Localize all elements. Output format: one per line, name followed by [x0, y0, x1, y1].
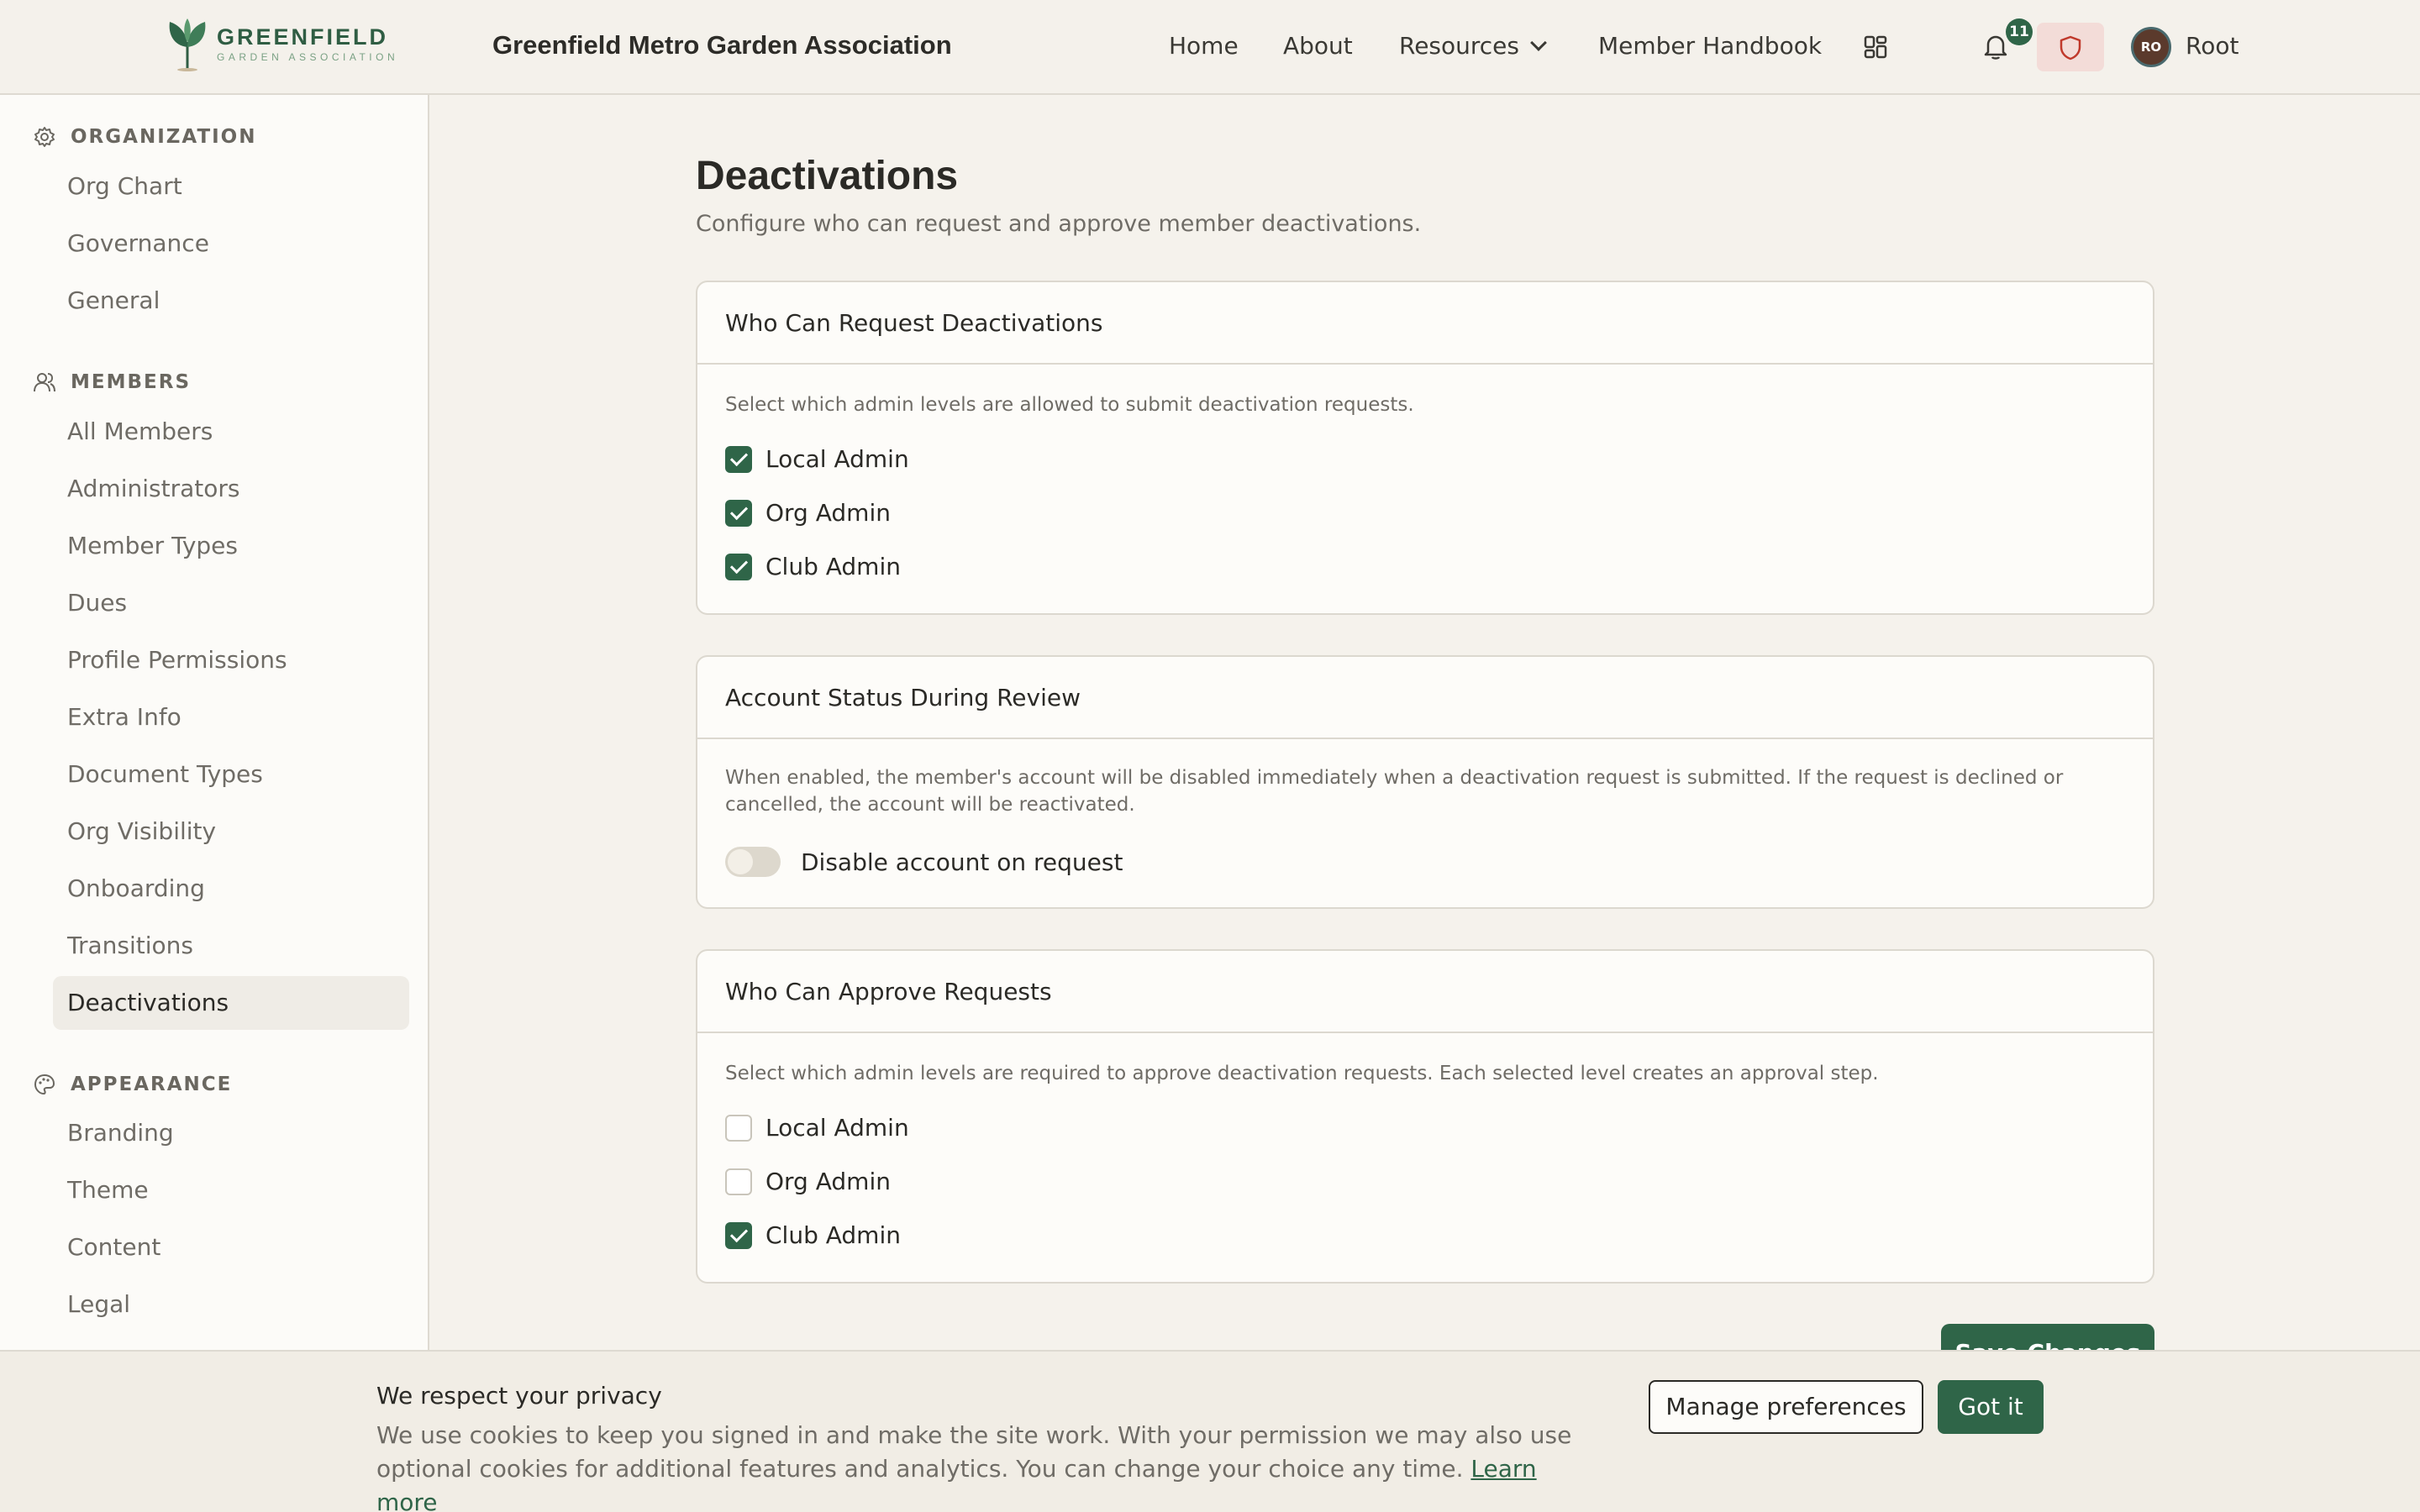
checkbox-label: Local Admin	[765, 1114, 909, 1142]
top-bar: GREENFIELD GARDEN ASSOCIATION Greenfield…	[0, 0, 2420, 95]
sidebar-item-theme[interactable]: Theme	[67, 1176, 149, 1204]
cookie-text: We use cookies to keep you signed in and…	[376, 1419, 1603, 1512]
user-name[interactable]: Root	[2186, 32, 2238, 60]
approve-local-admin-checkbox[interactable]: Local Admin	[725, 1114, 909, 1142]
sidebar-item-deactivations[interactable]: Deactivations	[67, 989, 229, 1016]
page-title: Deactivations	[696, 154, 959, 198]
bell-icon[interactable]	[1983, 34, 2008, 60]
apps-grid-icon[interactable]	[1864, 35, 1887, 59]
sidebar-item-administrators[interactable]: Administrators	[67, 475, 239, 502]
sidebar-item-transitions[interactable]: Transitions	[67, 932, 193, 959]
organization-title: Greenfield Metro Garden Association	[492, 30, 952, 60]
palette-icon	[34, 1074, 55, 1095]
toggle-label: Disable account on request	[801, 848, 1123, 876]
page-subtitle: Configure who can request and approve me…	[696, 211, 1422, 237]
checkbox-label: Org Admin	[765, 499, 891, 527]
sidebar-section-appearance: APPEARANCE	[34, 1074, 232, 1095]
logo-name: GREENFIELD	[217, 24, 389, 50]
users-icon	[34, 373, 55, 392]
sidebar-item-member-types[interactable]: Member Types	[67, 532, 238, 559]
nav-member-handbook[interactable]: Member Handbook	[1598, 32, 1822, 60]
card-title: Account Status During Review	[697, 657, 2153, 739]
sidebar-item-org-chart[interactable]: Org Chart	[67, 172, 182, 200]
checkbox-checked[interactable]	[725, 1221, 752, 1249]
card-description: Select which admin levels are required t…	[725, 1063, 1879, 1084]
approval-permissions-card: Who Can Approve Requests Select which ad…	[696, 949, 2154, 1284]
sidebar-item-content[interactable]: Content	[67, 1233, 160, 1261]
sidebar-item-extra-info[interactable]: Extra Info	[67, 703, 182, 731]
checkbox-label: Club Admin	[765, 1221, 901, 1249]
checkbox-label: Local Admin	[765, 445, 909, 473]
sidebar-section-title: MEMBERS	[71, 371, 192, 393]
sidebar-section-title: ORGANIZATION	[71, 126, 257, 148]
nav-home[interactable]: Home	[1169, 32, 1239, 60]
request-permissions-card: Who Can Request Deactivations Select whi…	[696, 281, 2154, 615]
sidebar-section-organization: ORGANIZATION	[34, 126, 257, 148]
shield-icon	[2060, 35, 2081, 60]
logo[interactable]: GREENFIELD GARDEN ASSOCIATION	[165, 17, 398, 72]
sidebar-item-dues[interactable]: Dues	[67, 589, 127, 617]
request-org-admin-checkbox[interactable]: Org Admin	[725, 499, 891, 527]
checkbox-checked[interactable]	[725, 553, 752, 580]
checkbox-unchecked[interactable]	[725, 1114, 752, 1142]
disable-account-toggle[interactable]	[725, 847, 781, 877]
account-status-card: Account Status During Review When enable…	[696, 655, 2154, 909]
sidebar-item-profile-permissions[interactable]: Profile Permissions	[67, 646, 287, 674]
manage-preferences-button[interactable]: Manage preferences	[1649, 1380, 1923, 1434]
card-description: When enabled, the member's account will …	[725, 767, 2064, 816]
sidebar-section-title: APPEARANCE	[71, 1074, 233, 1095]
approve-club-admin-checkbox[interactable]: Club Admin	[725, 1221, 901, 1249]
request-club-admin-checkbox[interactable]: Club Admin	[725, 553, 901, 580]
cookie-title: We respect your privacy	[376, 1382, 662, 1410]
checkbox-label: Org Admin	[765, 1168, 891, 1195]
notification-badge: 11	[2006, 18, 2033, 45]
card-title: Who Can Approve Requests	[697, 951, 2153, 1033]
card-description: Select which admin levels are allowed to…	[725, 394, 1414, 416]
nav-resources-label: Resources	[1399, 32, 1519, 60]
sidebar-section-members: MEMBERS	[34, 371, 191, 393]
sidebar-item-onboarding[interactable]: Onboarding	[67, 874, 205, 902]
chevron-down-icon	[1530, 34, 1547, 51]
sidebar-item-all-members[interactable]: All Members	[67, 417, 213, 445]
checkbox-checked[interactable]	[725, 445, 752, 473]
sidebar-item-governance[interactable]: Governance	[67, 229, 209, 257]
sidebar-item-general[interactable]: General	[67, 286, 160, 314]
nav-resources[interactable]: Resources	[1399, 32, 1547, 60]
sidebar-item-legal[interactable]: Legal	[67, 1290, 130, 1318]
logo-subtitle: GARDEN ASSOCIATION	[217, 51, 399, 63]
sidebar-item-branding[interactable]: Branding	[67, 1119, 174, 1147]
avatar[interactable]: RO	[2131, 27, 2171, 67]
accept-cookies-button[interactable]: Got it	[1938, 1380, 2044, 1434]
cookie-body: We use cookies to keep you signed in and…	[376, 1421, 1572, 1483]
leaf-logo-icon	[169, 18, 206, 71]
sidebar-item-org-visibility[interactable]: Org Visibility	[67, 817, 216, 845]
disable-account-toggle-row[interactable]: Disable account on request	[725, 847, 1123, 877]
cookie-banner: We respect your privacy We use cookies t…	[0, 1350, 2420, 1512]
admin-shield-button[interactable]	[2037, 23, 2104, 71]
gear-icon	[34, 127, 55, 147]
settings-sidebar: ORGANIZATION Org Chart Governance Genera…	[0, 95, 429, 1512]
approve-org-admin-checkbox[interactable]: Org Admin	[725, 1168, 891, 1195]
checkbox-label: Club Admin	[765, 553, 901, 580]
card-title: Who Can Request Deactivations	[697, 282, 2153, 365]
checkbox-checked[interactable]	[725, 499, 752, 527]
checkbox-unchecked[interactable]	[725, 1168, 752, 1195]
sidebar-item-document-types[interactable]: Document Types	[67, 760, 263, 788]
request-local-admin-checkbox[interactable]: Local Admin	[725, 445, 909, 473]
nav-about[interactable]: About	[1283, 32, 1353, 60]
